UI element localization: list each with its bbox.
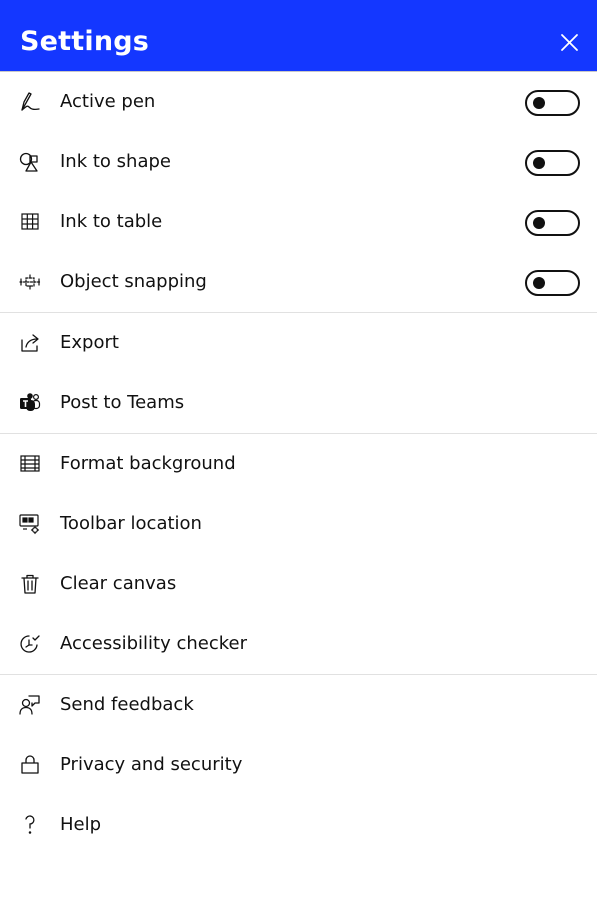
accessibility-checker-label: Accessibility checker (60, 633, 248, 654)
active-pen-row[interactable]: Active pen (0, 72, 597, 132)
toolbar-location-label: Toolbar location (60, 513, 202, 534)
send-feedback-row[interactable]: Send feedback (0, 675, 597, 735)
page-title: Settings (20, 26, 150, 57)
table-grid-icon (18, 210, 42, 234)
toggle-knob (533, 97, 545, 109)
toggle-knob (533, 277, 545, 289)
support-section: Send feedback Privacy and security Help (0, 675, 597, 855)
clear-canvas-row[interactable]: Clear canvas (0, 554, 597, 614)
settings-header: Settings (0, 0, 597, 72)
toggle-knob (533, 217, 545, 229)
format-background-label: Format background (60, 453, 236, 474)
toolbar-location-icon (18, 512, 42, 536)
format-background-row[interactable]: Format background (0, 434, 597, 494)
teams-icon (18, 391, 42, 415)
snapping-icon (18, 270, 42, 294)
object-snapping-toggle[interactable] (525, 270, 580, 296)
toolbar-location-row[interactable]: Toolbar location (0, 494, 597, 554)
active-pen-toggle[interactable] (525, 90, 580, 116)
close-button[interactable] (555, 28, 585, 58)
export-row[interactable]: Export (0, 313, 597, 373)
send-feedback-label: Send feedback (60, 694, 194, 715)
help-label: Help (60, 814, 102, 835)
feedback-icon (18, 693, 42, 717)
export-label: Export (60, 332, 119, 353)
post-to-teams-row[interactable]: Post to Teams (0, 373, 597, 433)
help-icon (18, 813, 42, 837)
privacy-and-security-label: Privacy and security (60, 754, 243, 775)
pen-icon (18, 90, 42, 114)
ink-to-table-row[interactable]: Ink to table (0, 192, 597, 252)
help-row[interactable]: Help (0, 795, 597, 855)
privacy-and-security-row[interactable]: Privacy and security (0, 735, 597, 795)
post-to-teams-label: Post to Teams (60, 392, 185, 413)
ink-to-shape-row[interactable]: Ink to shape (0, 132, 597, 192)
close-icon (561, 34, 578, 51)
lock-icon (18, 753, 42, 777)
ink-to-shape-toggle[interactable] (525, 150, 580, 176)
toggle-knob (533, 157, 545, 169)
accessibility-checker-row[interactable]: Accessibility checker (0, 614, 597, 674)
accessibility-icon (18, 632, 42, 656)
object-snapping-row[interactable]: Object snapping (0, 252, 597, 312)
trash-icon (18, 572, 42, 596)
settings-panel: Settings Active pen Ink to shape Ink to … (0, 0, 597, 897)
export-icon (18, 331, 42, 355)
ink-to-shape-label: Ink to shape (60, 151, 171, 172)
ink-to-table-label: Ink to table (60, 211, 163, 232)
shapes-icon (18, 150, 42, 174)
clear-canvas-label: Clear canvas (60, 573, 177, 594)
canvas-section: Format background Toolbar location Clear… (0, 434, 597, 675)
background-icon (18, 452, 42, 476)
ink-settings-section: Active pen Ink to shape Ink to table Obj… (0, 72, 597, 313)
object-snapping-label: Object snapping (60, 271, 207, 292)
share-section: Export Post to Teams (0, 313, 597, 434)
active-pen-label: Active pen (60, 91, 156, 112)
ink-to-table-toggle[interactable] (525, 210, 580, 236)
